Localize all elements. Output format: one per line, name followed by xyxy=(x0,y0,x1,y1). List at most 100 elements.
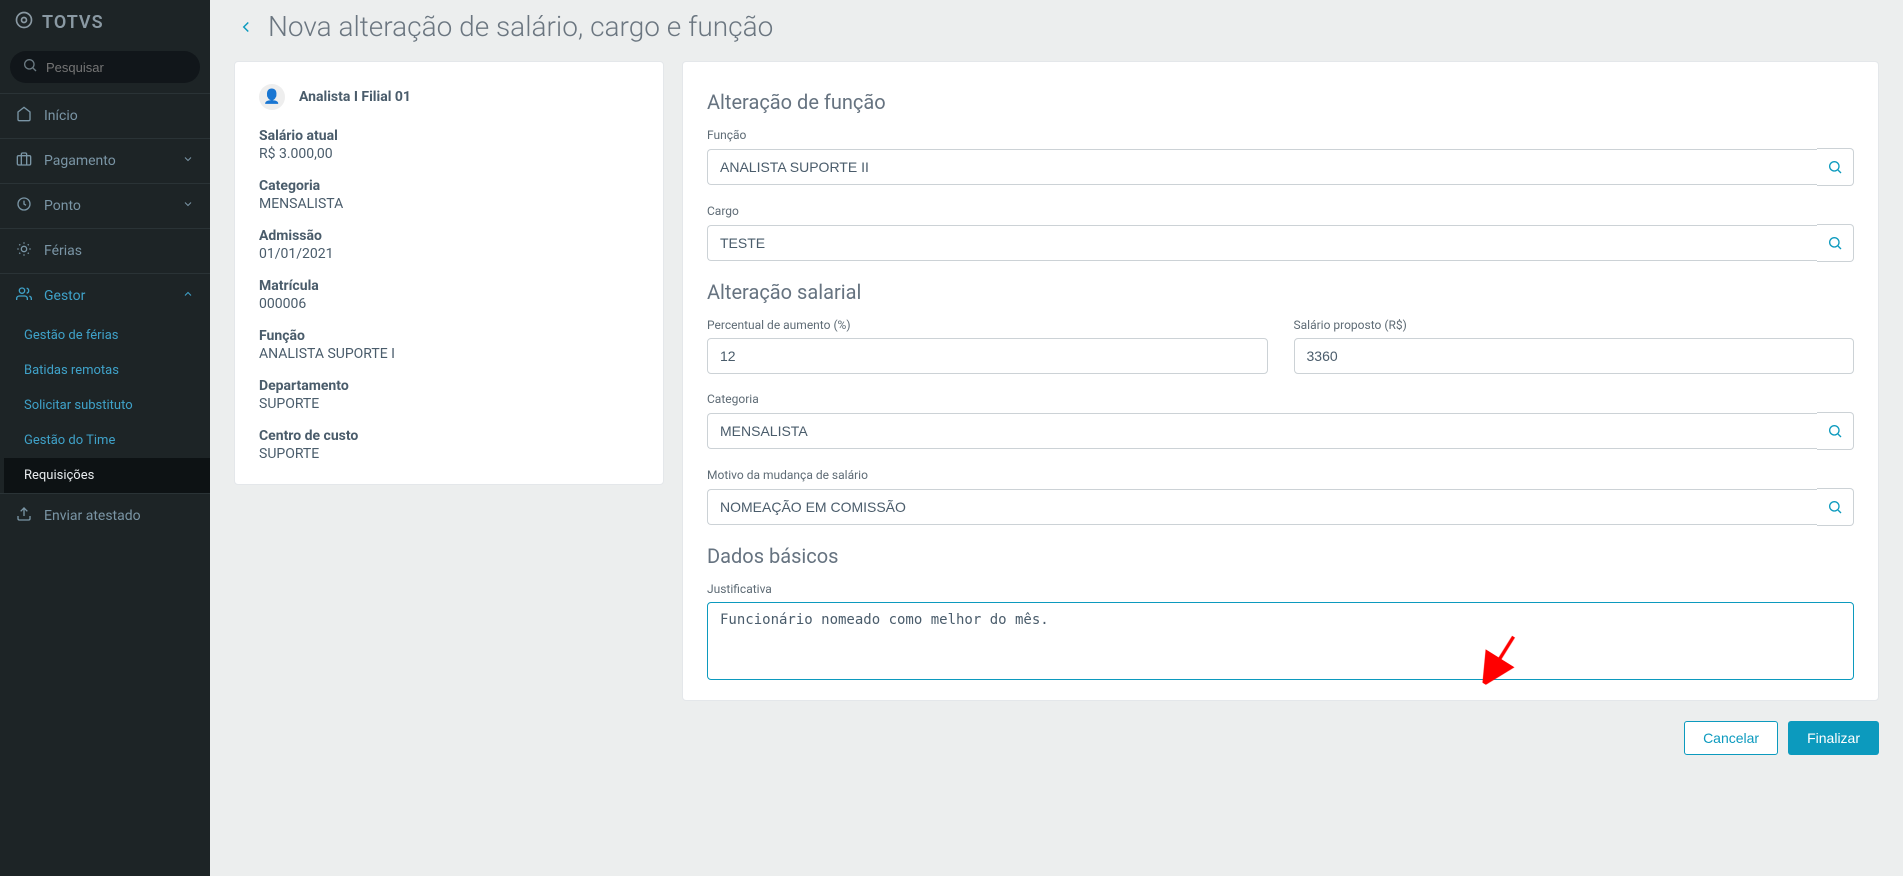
categoria-search-button[interactable] xyxy=(1817,412,1854,450)
brand: TOTVS xyxy=(0,0,210,45)
avatar: 👤 xyxy=(259,84,285,110)
users-icon xyxy=(16,286,32,306)
form-card: Alteração de função Função Cargo xyxy=(682,61,1879,701)
content-columns: 👤 Analista I Filial 01 Salário atual R$ … xyxy=(234,61,1879,701)
form-group-cargo: Cargo xyxy=(707,204,1854,262)
upload-icon xyxy=(16,506,32,526)
sidebar-subitem-gestao-ferias[interactable]: Gestão de férias xyxy=(4,318,210,353)
proposto-label: Salário proposto (R$) xyxy=(1294,318,1855,332)
chevron-down-icon xyxy=(182,153,194,169)
percentual-input[interactable] xyxy=(707,338,1268,374)
sidebar-subitem-gestao-time[interactable]: Gestão do Time xyxy=(4,423,210,458)
gestor-submenu: Gestão de férias Batidas remotas Solicit… xyxy=(0,318,210,493)
cargo-input[interactable] xyxy=(707,225,1817,261)
categoria-input[interactable] xyxy=(707,413,1817,449)
finish-button[interactable]: Finalizar xyxy=(1788,721,1879,755)
section-title-funcao: Alteração de função xyxy=(707,90,1854,114)
row-percent-proposto: Percentual de aumento (%) Salário propos… xyxy=(707,318,1854,392)
sidebar-item-label: Gestão do Time xyxy=(24,433,115,448)
form-group-funcao: Função xyxy=(707,128,1854,186)
sidebar-item-label: Enviar atestado xyxy=(44,508,141,524)
section-title-salarial: Alteração salarial xyxy=(707,280,1854,304)
brand-logo-icon xyxy=(14,10,34,35)
sidebar-item-enviar-atestado[interactable]: Enviar atestado xyxy=(0,493,210,538)
clock-icon xyxy=(16,196,32,216)
form-group-proposto: Salário proposto (R$) xyxy=(1294,318,1855,374)
field-categoria: Categoria MENSALISTA xyxy=(259,178,639,212)
search-input[interactable] xyxy=(46,60,188,75)
search-icon xyxy=(22,57,38,77)
back-button[interactable] xyxy=(234,15,258,39)
sun-icon xyxy=(16,241,32,261)
sidebar-item-gestor[interactable]: Gestor xyxy=(0,273,210,318)
field-centro-custo: Centro de custo SUPORTE xyxy=(259,428,639,462)
sidebar-nav: Início Pagamento Ponto Férias xyxy=(0,93,210,538)
sidebar-item-ferias[interactable]: Férias xyxy=(0,228,210,273)
chevron-up-icon xyxy=(182,288,194,304)
field-value: MENSALISTA xyxy=(259,196,639,212)
briefcase-icon xyxy=(16,151,32,171)
field-departamento: Departamento SUPORTE xyxy=(259,378,639,412)
justificativa-textarea[interactable] xyxy=(707,602,1854,680)
cancel-button[interactable]: Cancelar xyxy=(1684,721,1778,755)
categoria-label: Categoria xyxy=(707,392,1854,406)
field-label: Função xyxy=(259,328,639,344)
field-label: Salário atual xyxy=(259,128,639,144)
sidebar-item-label: Batidas remotas xyxy=(24,363,119,378)
categoria-lookup xyxy=(707,412,1854,450)
form-group-justificativa: Justificativa xyxy=(707,582,1854,684)
field-value: SUPORTE xyxy=(259,396,639,412)
field-funcao: Função ANALISTA SUPORTE I xyxy=(259,328,639,362)
cargo-search-button[interactable] xyxy=(1817,224,1854,262)
field-value: 01/01/2021 xyxy=(259,246,639,262)
main-content: Nova alteração de salário, cargo e funçã… xyxy=(210,0,1903,876)
chevron-down-icon xyxy=(182,198,194,214)
sidebar-item-label: Gestão de férias xyxy=(24,328,118,343)
motivo-label: Motivo da mudança de salário xyxy=(707,468,1854,482)
sidebar-item-label: Gestor xyxy=(44,288,85,304)
funcao-input[interactable] xyxy=(707,149,1817,185)
funcao-search-button[interactable] xyxy=(1817,148,1854,186)
motivo-search-button[interactable] xyxy=(1817,488,1854,526)
field-value: R$ 3.000,00 xyxy=(259,146,639,162)
search-container xyxy=(10,51,200,83)
employee-card: 👤 Analista I Filial 01 Salário atual R$ … xyxy=(234,61,664,485)
field-value: SUPORTE xyxy=(259,446,639,462)
brand-text: TOTVS xyxy=(42,12,104,33)
field-matricula: Matrícula 000006 xyxy=(259,278,639,312)
employee-name: Analista I Filial 01 xyxy=(299,89,411,105)
funcao-label: Função xyxy=(707,128,1854,142)
section-title-basicos: Dados básicos xyxy=(707,544,1854,568)
home-icon xyxy=(16,106,32,126)
field-value: ANALISTA SUPORTE I xyxy=(259,346,639,362)
field-value: 000006 xyxy=(259,296,639,312)
sidebar-item-label: Férias xyxy=(44,243,82,259)
sidebar-item-label: Pagamento xyxy=(44,153,116,169)
percentual-label: Percentual de aumento (%) xyxy=(707,318,1268,332)
form-group-percentual: Percentual de aumento (%) xyxy=(707,318,1268,374)
motivo-input[interactable] xyxy=(707,489,1817,525)
employee-header: 👤 Analista I Filial 01 xyxy=(259,84,639,110)
cargo-label: Cargo xyxy=(707,204,1854,218)
sidebar-subitem-requisicoes[interactable]: Requisições xyxy=(4,458,210,493)
form-group-categoria: Categoria xyxy=(707,392,1854,450)
sidebar-subitem-solicitar-substituto[interactable]: Solicitar substituto xyxy=(4,388,210,423)
field-salario-atual: Salário atual R$ 3.000,00 xyxy=(259,128,639,162)
footer-actions: Cancelar Finalizar xyxy=(234,721,1879,755)
cargo-lookup xyxy=(707,224,1854,262)
field-label: Departamento xyxy=(259,378,639,394)
field-label: Centro de custo xyxy=(259,428,639,444)
sidebar-item-label: Ponto xyxy=(44,198,81,214)
sidebar-item-pagamento[interactable]: Pagamento xyxy=(0,138,210,183)
sidebar-subitem-batidas-remotas[interactable]: Batidas remotas xyxy=(4,353,210,388)
field-admissao: Admissão 01/01/2021 xyxy=(259,228,639,262)
justificativa-label: Justificativa xyxy=(707,582,1854,596)
sidebar: TOTVS Início Pagamento xyxy=(0,0,210,876)
sidebar-item-ponto[interactable]: Ponto xyxy=(0,183,210,228)
field-label: Admissão xyxy=(259,228,639,244)
funcao-lookup xyxy=(707,148,1854,186)
page-header: Nova alteração de salário, cargo e funçã… xyxy=(234,0,1879,61)
search-field[interactable] xyxy=(10,51,200,83)
sidebar-item-inicio[interactable]: Início xyxy=(0,93,210,138)
proposto-input[interactable] xyxy=(1294,338,1855,374)
